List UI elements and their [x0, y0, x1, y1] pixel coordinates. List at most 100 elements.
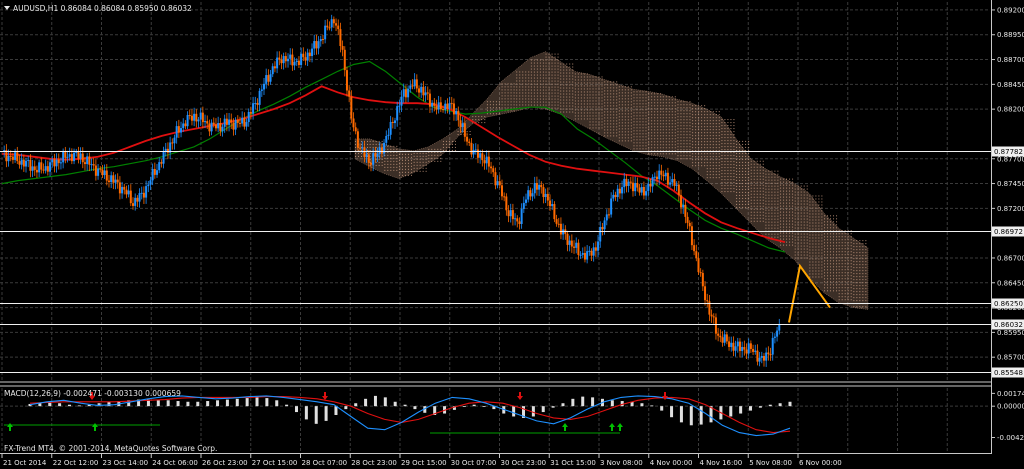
- cloud-dot: [671, 114, 673, 116]
- cloud-dot: [645, 148, 647, 150]
- cloud-dot: [668, 117, 670, 119]
- cloud-dot: [610, 129, 612, 131]
- cloud-dot: [542, 95, 544, 97]
- candle-body: [311, 48, 314, 57]
- macd-bar: [324, 406, 328, 421]
- cloud-dot: [727, 179, 729, 181]
- cloud-dot: [551, 56, 553, 58]
- cloud-dot: [680, 152, 682, 154]
- cloud-dot: [539, 89, 541, 91]
- trading-chart[interactable]: 0.877820.869720.862500.860320.85548 0.89…: [0, 0, 1024, 469]
- candle-body: [186, 115, 189, 127]
- cloud-dot: [525, 80, 527, 82]
- cloud-dot: [730, 140, 732, 142]
- cloud-dot: [689, 104, 691, 106]
- cloud-dot: [718, 123, 720, 125]
- candle-body: [348, 90, 351, 97]
- cloud-dot: [850, 251, 852, 253]
- cloud-dot: [530, 59, 532, 61]
- cloud-dot: [856, 261, 858, 263]
- cloud-dot: [586, 100, 588, 102]
- candle-body: [123, 186, 126, 190]
- cloud-dot: [413, 167, 415, 169]
- cloud-dot: [748, 194, 750, 196]
- cloud-dot: [630, 104, 632, 106]
- candle-body: [675, 184, 678, 186]
- cloud-dot: [830, 227, 832, 229]
- cloud-dot: [613, 87, 615, 89]
- candle-body: [396, 106, 399, 121]
- cloud-dot: [618, 107, 620, 109]
- cloud-dot: [384, 157, 386, 159]
- cloud-dot: [607, 99, 609, 101]
- cloud-dot: [818, 225, 820, 227]
- cloud-dot: [783, 232, 785, 234]
- cloud-dot: [554, 98, 556, 100]
- symbol-title-group[interactable]: AUDUSD,H1 0.86084 0.86084 0.85950 0.8603…: [4, 4, 192, 13]
- cloud-dot: [736, 185, 738, 187]
- candle-body: [315, 41, 318, 49]
- cloud-dot: [830, 287, 832, 289]
- cloud-dot: [800, 197, 802, 199]
- cloud-dot: [448, 149, 450, 151]
- cloud-dot: [721, 170, 723, 172]
- candle-body: [387, 134, 390, 136]
- candle-body: [260, 89, 263, 91]
- cloud-dot: [715, 177, 717, 179]
- cloud-dot: [838, 245, 840, 247]
- cloud-dot: [718, 117, 720, 119]
- cloud-dot: [674, 144, 676, 146]
- cloud-dot: [712, 162, 714, 164]
- cloud-dot: [715, 135, 717, 137]
- cloud-dot: [577, 85, 579, 87]
- cloud-dot: [630, 113, 632, 115]
- cloud-dot: [616, 96, 618, 98]
- cloud-dot: [824, 287, 826, 289]
- cloud-dot: [607, 93, 609, 95]
- cloud-dot: [407, 156, 409, 158]
- macd-bar: [67, 404, 71, 407]
- candle-body: [743, 346, 746, 350]
- cloud-dot: [545, 59, 547, 61]
- cloud-dot: [794, 221, 796, 223]
- cloud-dot: [794, 200, 796, 202]
- cloud-dot: [859, 255, 861, 257]
- cloud-dot: [671, 117, 673, 119]
- cloud-dot: [572, 87, 574, 89]
- cloud-dot: [847, 251, 849, 253]
- cloud-dot: [774, 221, 776, 223]
- candle-body: [107, 180, 110, 183]
- cloud-dot: [486, 104, 488, 106]
- cloud-dot: [563, 75, 565, 77]
- cloud-dot: [865, 282, 867, 284]
- cloud-dot: [821, 234, 823, 236]
- cloud-dot: [498, 101, 500, 103]
- cloud-dot: [572, 75, 574, 77]
- cloud-dot: [739, 182, 741, 184]
- cloud-dot: [821, 276, 823, 278]
- cloud-dot: [718, 147, 720, 149]
- cloud-dot: [797, 233, 799, 235]
- cloud-dot: [830, 281, 832, 283]
- cloud-dot: [841, 257, 843, 259]
- cloud-dot: [528, 98, 530, 100]
- time-tick-label: 21 Oct 2014: [3, 459, 47, 467]
- cloud-dot: [730, 134, 732, 136]
- cloud-dot: [627, 137, 629, 139]
- cloud-dot: [821, 237, 823, 239]
- cloud-dot: [657, 147, 659, 149]
- cloud-dot: [665, 96, 667, 98]
- cloud-dot: [621, 137, 623, 139]
- cloud-dot: [689, 152, 691, 154]
- price-tick-label: 0.88950: [997, 31, 1024, 39]
- cloud-dot: [833, 245, 835, 247]
- cloud-dot: [566, 69, 568, 71]
- cloud-dot: [627, 125, 629, 127]
- candle-body: [625, 178, 628, 186]
- cloud-dot: [665, 135, 667, 137]
- cloud-dot: [753, 211, 755, 213]
- cloud-dot: [768, 188, 770, 190]
- cloud-dot: [536, 62, 538, 64]
- cloud-dot: [621, 98, 623, 100]
- cloud-dot: [654, 99, 656, 101]
